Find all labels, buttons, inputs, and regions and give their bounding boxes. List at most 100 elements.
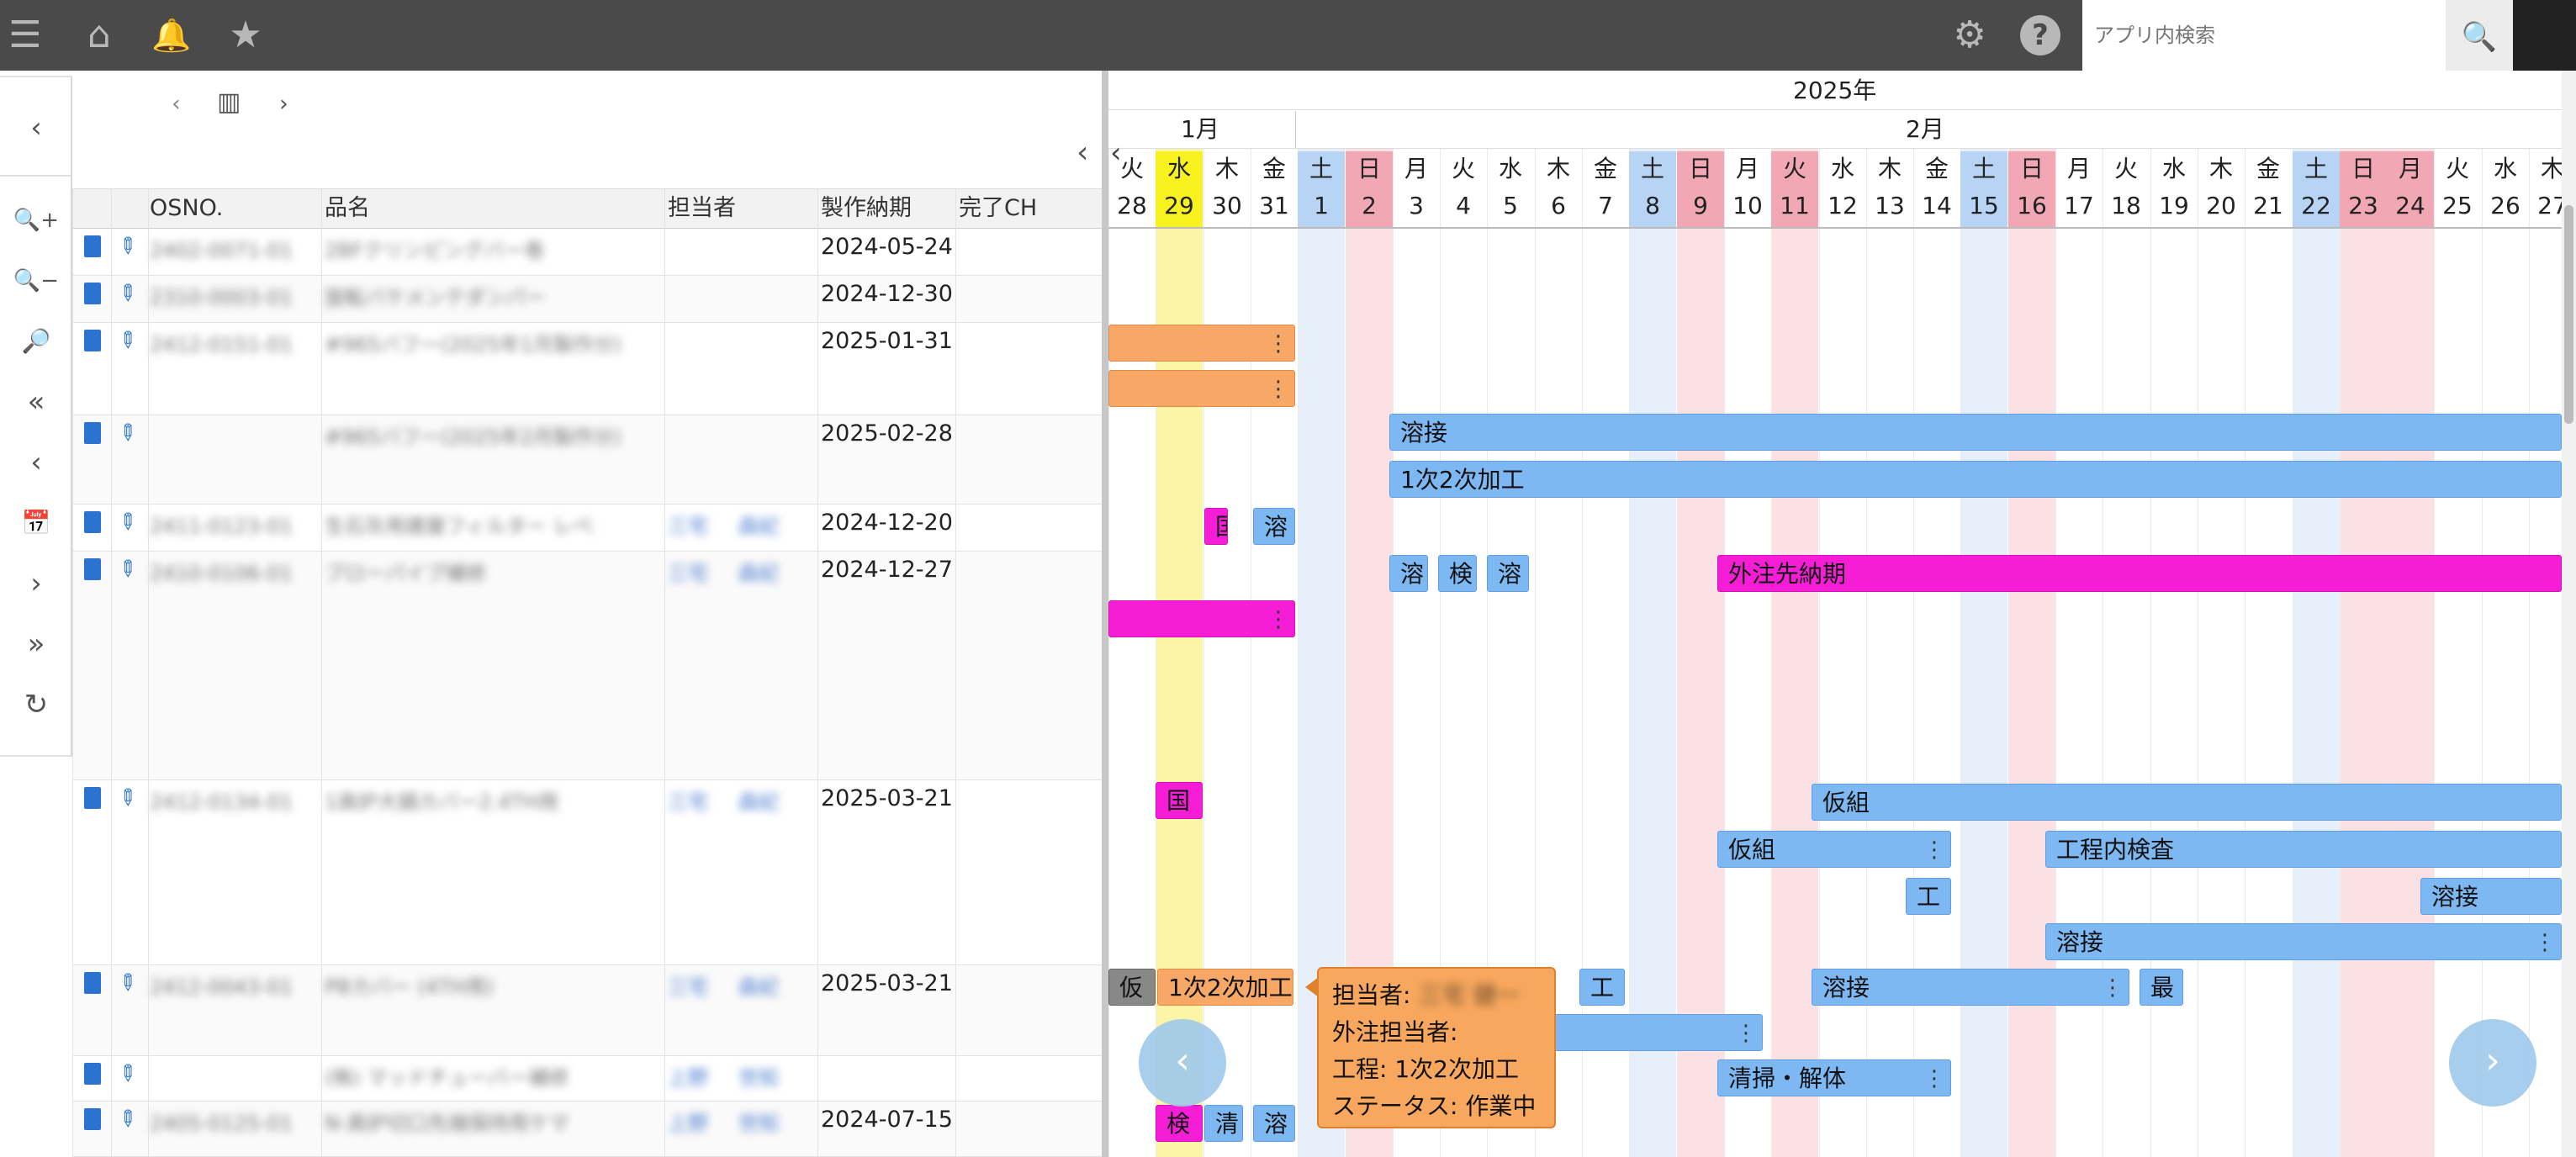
fab-next-button[interactable]: › xyxy=(2449,1019,2536,1107)
bar-label: 溶接 xyxy=(1822,974,1870,1001)
gantt-bar[interactable]: 清 xyxy=(1204,1105,1243,1142)
star-icon[interactable]: ★ xyxy=(220,10,271,61)
gantt-bar[interactable]: 1次2次加工 xyxy=(1389,461,2562,498)
gantt-bar[interactable]: 溶接 ⋮ xyxy=(1812,969,2129,1006)
last-page-icon[interactable]: » xyxy=(0,619,72,669)
gantt-bar[interactable]: ⋮ xyxy=(1108,325,1295,362)
scrollbar-thumb[interactable] xyxy=(2564,205,2573,424)
weekday-label: 日 xyxy=(2351,155,2375,182)
gantt-bar[interactable]: 溶接 ⋮ xyxy=(2045,923,2562,960)
gantt-bar[interactable]: 国 xyxy=(1156,782,1203,819)
gantt-bar[interactable]: 検 xyxy=(1438,555,1477,592)
gantt-bar[interactable]: 国 xyxy=(1204,508,1228,545)
next-page-icon[interactable]: › xyxy=(0,558,72,609)
grid-next-icon[interactable]: › xyxy=(279,91,288,118)
bar-label: 仮組 xyxy=(1728,836,1776,864)
day-gridline xyxy=(1298,148,1299,1157)
document-icon[interactable] xyxy=(84,558,101,580)
day-gridline xyxy=(2150,148,2151,1157)
column-settings-icon[interactable]: ▥ xyxy=(217,89,241,116)
gantt-bar[interactable]: 仮 xyxy=(1108,969,1156,1006)
day-number: 14 xyxy=(1922,192,1952,219)
gantt-bar[interactable]: 溶接 xyxy=(1389,414,2562,451)
drag-handle-icon[interactable]: ⋮ xyxy=(2102,969,2124,1005)
col-name[interactable]: 品名 xyxy=(325,195,370,222)
col-osno[interactable]: OSNO. xyxy=(150,195,223,222)
day-number: 18 xyxy=(2111,192,2141,219)
menu-icon[interactable]: ☰ xyxy=(0,10,50,61)
due-date-cell: 2024-12-27 xyxy=(821,557,953,583)
weekday-label: 金 xyxy=(1924,155,1949,182)
search-input[interactable] xyxy=(2094,15,2431,55)
document-icon[interactable] xyxy=(84,422,101,444)
due-date-cell: 2024-12-20 xyxy=(821,510,953,536)
month-feb: 2月 xyxy=(1906,116,1944,143)
gear-icon[interactable]: ⚙ xyxy=(1944,10,1995,61)
day-number: 30 xyxy=(1212,192,1242,219)
document-icon[interactable] xyxy=(84,330,101,351)
drag-handle-icon[interactable]: ⋮ xyxy=(1923,832,1945,867)
document-icon[interactable] xyxy=(84,972,101,994)
gantt-bar[interactable]: 外注先納期 xyxy=(1717,555,2562,592)
refresh-icon[interactable]: ↻ xyxy=(0,679,72,730)
col-done[interactable]: 完了CH xyxy=(959,195,1037,222)
col-due[interactable]: 製作納期 xyxy=(821,195,912,222)
gantt-bar[interactable]: ⋮ xyxy=(1552,1014,1763,1051)
drag-handle-icon[interactable]: ⋮ xyxy=(1267,601,1289,637)
drag-handle-icon[interactable]: ⋮ xyxy=(1267,371,1289,406)
drag-handle-icon[interactable]: ⋮ xyxy=(1267,325,1289,361)
document-icon[interactable] xyxy=(84,1108,101,1130)
first-page-icon[interactable]: « xyxy=(0,377,72,427)
gantt-bar[interactable]: 工 xyxy=(1579,969,1625,1006)
panel-splitter[interactable] xyxy=(1102,71,1108,1157)
document-icon[interactable] xyxy=(84,1063,101,1085)
gantt-bar[interactable]: 溶 xyxy=(1487,555,1529,592)
gantt-bar[interactable]: 仮組 xyxy=(1812,784,2562,821)
grid-collapse-icon[interactable]: ‹ xyxy=(1076,140,1088,166)
gantt-bar[interactable]: 工 xyxy=(1906,878,1951,915)
gantt-bar[interactable]: 工程内検査 xyxy=(2045,831,2562,868)
drag-handle-icon[interactable]: ⋮ xyxy=(1735,1015,1757,1050)
fab-prev-button[interactable]: ‹ xyxy=(1139,1019,1226,1107)
weekday-label: 木 xyxy=(1214,155,1239,182)
gantt-bar[interactable]: 溶 xyxy=(1389,555,1428,592)
due-date-cell: 2025-03-21 xyxy=(821,785,953,811)
sub-owner-cell: 世知 xyxy=(738,1066,779,1090)
col-owner[interactable]: 担当者 xyxy=(668,195,736,222)
day-number: 22 xyxy=(2301,192,2331,219)
zoom-out-icon[interactable]: 🔍− xyxy=(0,256,72,306)
calendar-icon[interactable]: 📅 xyxy=(0,498,72,548)
gantt-bar[interactable]: 最 xyxy=(2140,969,2183,1006)
bell-icon[interactable]: 🔔 xyxy=(146,10,197,61)
help-icon[interactable]: ? xyxy=(2020,15,2060,55)
gantt-bar[interactable]: ⋮ xyxy=(1108,370,1295,407)
tooltip-owner: 担当者: 三宅 健一 xyxy=(1332,981,1521,1009)
document-icon[interactable] xyxy=(84,283,101,304)
bar-label: 清 xyxy=(1215,1110,1240,1138)
gantt-bar[interactable]: 溶接 xyxy=(2420,878,2562,915)
gantt-bar[interactable]: ⋮ xyxy=(1108,600,1295,637)
zoom-in-icon[interactable]: 🔍+ xyxy=(0,195,72,246)
drag-handle-icon[interactable]: ⋮ xyxy=(2534,924,2556,959)
gantt-bar[interactable]: 溶 xyxy=(1253,1105,1295,1142)
grid-prev-icon[interactable]: ‹ xyxy=(172,91,181,118)
gantt-bar[interactable]: 検 xyxy=(1156,1105,1203,1142)
weekday-label: 土 xyxy=(2304,155,2328,182)
collapse-toolbar-icon[interactable]: ‹ xyxy=(0,103,72,153)
prev-page-icon[interactable]: ‹ xyxy=(0,437,72,488)
document-icon[interactable] xyxy=(84,511,101,533)
gantt-bar[interactable]: 仮組 ⋮ xyxy=(1717,831,1951,868)
weekday-label: 火 xyxy=(1119,155,1144,182)
drag-handle-icon[interactable]: ⋮ xyxy=(1923,1060,1945,1096)
zoom-fit-icon[interactable]: 🔎 xyxy=(0,316,72,367)
home-icon[interactable]: ⌂ xyxy=(74,10,124,61)
day-number: 4 xyxy=(1456,192,1471,219)
gantt-bar[interactable]: 清掃・解体 ⋮ xyxy=(1717,1059,1951,1096)
search-button[interactable]: 🔍 xyxy=(2446,0,2513,71)
document-icon[interactable] xyxy=(84,787,101,809)
osno-cell: 2405-0125-01 xyxy=(150,1112,294,1135)
document-icon[interactable] xyxy=(84,235,101,257)
day-number: 9 xyxy=(1693,192,1708,219)
gantt-bar[interactable]: 1次2次加工 xyxy=(1157,969,1293,1006)
gantt-bar[interactable]: 溶 xyxy=(1253,508,1295,545)
